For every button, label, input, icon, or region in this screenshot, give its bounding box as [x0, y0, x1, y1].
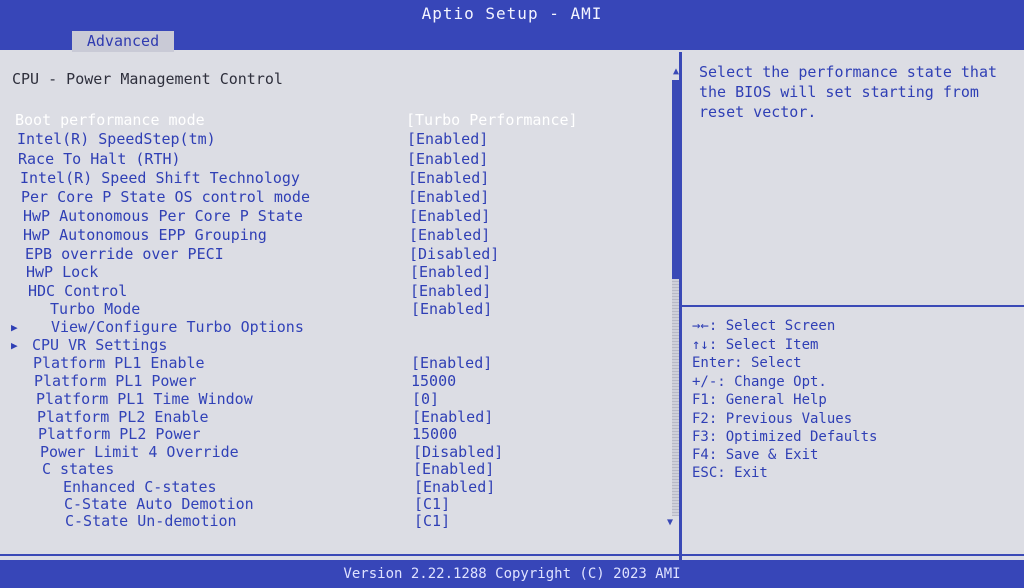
setting-label: HDC Control — [28, 282, 128, 300]
setting-value[interactable]: [Disabled] — [409, 245, 499, 263]
setting-label: Intel(R) SpeedStep(tm) — [17, 130, 216, 148]
version-text: Version 2.22.1288 Copyright (C) 2023 AMI — [343, 566, 681, 582]
setting-pl1-time-window[interactable]: Platform PL1 Time Window [0] — [0, 390, 640, 409]
setting-value[interactable]: 15000 — [411, 372, 456, 390]
setting-label: Enhanced C-states — [63, 478, 217, 496]
key-select-screen: →←: Select Screen — [692, 318, 836, 334]
setting-label: Turbo Mode — [50, 300, 141, 318]
submenu-cpu-vr-settings[interactable]: ▶ CPU VR Settings — [0, 336, 640, 355]
setting-hwp-per-core[interactable]: HwP Autonomous Per Core P State [Enabled… — [0, 207, 640, 226]
setting-label: C-State Auto Demotion — [64, 495, 254, 513]
key-esc-exit: ESC: Exit — [692, 465, 768, 481]
setting-value[interactable]: [Enabled] — [413, 460, 494, 478]
setting-value[interactable]: [Turbo Performance] — [406, 111, 578, 129]
setting-label: Platform PL1 Time Window — [36, 390, 253, 408]
triangle-right-icon: ▶ — [11, 339, 18, 352]
setting-epb-override[interactable]: EPB override over PECI [Disabled] — [0, 245, 640, 264]
setting-value[interactable]: 15000 — [412, 425, 457, 443]
bios-screen: Aptio Setup - AMI Advanced CPU - Power M… — [0, 0, 1024, 588]
key-save-exit: F4: Save & Exit — [692, 447, 819, 463]
setting-speed-shift[interactable]: Intel(R) Speed Shift Technology [Enabled… — [0, 169, 640, 188]
setting-c-state-un-demotion[interactable]: C-State Un-demotion [C1] — [0, 512, 640, 531]
setting-label: HwP Autonomous EPP Grouping — [23, 226, 267, 244]
help-text: Select the performance state that the BI… — [699, 63, 998, 121]
submenu-turbo-options[interactable]: ▶ View/Configure Turbo Options — [0, 318, 640, 337]
setting-label: C-State Un-demotion — [65, 512, 237, 530]
triangle-right-icon: ▶ — [11, 321, 18, 334]
setting-speedstep[interactable]: Intel(R) SpeedStep(tm) [Enabled] — [0, 130, 640, 149]
setting-label: Platform PL1 Power — [34, 372, 197, 390]
key-enter-select: Enter: Select — [692, 355, 802, 371]
setting-label: Intel(R) Speed Shift Technology — [20, 169, 300, 187]
setting-value[interactable]: [Enabled] — [408, 188, 489, 206]
setting-value[interactable]: [C1] — [414, 495, 450, 513]
setting-label: Boot performance mode — [15, 111, 205, 129]
key-optimized-defaults: F3: Optimized Defaults — [692, 429, 878, 445]
setting-value[interactable]: [Enabled] — [409, 226, 490, 244]
key-change-opt: +/-: Change Opt. — [692, 374, 827, 390]
setting-pl1-enable[interactable]: Platform PL1 Enable [Enabled] — [0, 354, 640, 373]
triangle-down-icon[interactable]: ▼ — [667, 517, 673, 528]
setting-value[interactable]: [Enabled] — [410, 263, 491, 281]
setting-label: HwP Autonomous Per Core P State — [23, 207, 303, 225]
bottom-divider — [0, 554, 1024, 556]
setting-value[interactable]: [Enabled] — [408, 169, 489, 187]
tab-advanced[interactable]: Advanced — [72, 31, 174, 52]
setting-value[interactable]: [0] — [412, 390, 439, 408]
setting-turbo-mode[interactable]: Turbo Mode [Enabled] — [0, 300, 640, 319]
setting-label: Per Core P State OS control mode — [21, 188, 310, 206]
setting-value[interactable]: [Enabled] — [414, 478, 495, 496]
setting-hwp-epp-grouping[interactable]: HwP Autonomous EPP Grouping [Enabled] — [0, 226, 640, 245]
setting-label: Platform PL2 Enable — [37, 408, 209, 426]
setting-race-to-halt[interactable]: Race To Halt (RTH) [Enabled] — [0, 150, 640, 169]
setting-value[interactable]: [Enabled] — [407, 150, 488, 168]
setting-value[interactable]: [Enabled] — [411, 354, 492, 372]
setting-label: HwP Lock — [26, 263, 99, 281]
submenu-label: CPU VR Settings — [32, 336, 168, 354]
setting-hdc-control[interactable]: HDC Control [Enabled] — [0, 282, 640, 301]
setting-c-states[interactable]: C states [Enabled] — [0, 460, 640, 479]
window-title: Aptio Setup - AMI — [421, 4, 603, 23]
setting-label: Power Limit 4 Override — [40, 443, 239, 461]
setting-value[interactable]: [Enabled] — [410, 282, 491, 300]
setting-value[interactable]: [Enabled] — [409, 207, 490, 225]
setting-value[interactable]: [Enabled] — [412, 408, 493, 426]
setting-label: Platform PL1 Enable — [33, 354, 205, 372]
status-bar: Version 2.22.1288 Copyright (C) 2023 AMI — [0, 560, 1024, 588]
setting-boot-performance-mode[interactable]: Boot performance mode [Turbo Performance… — [0, 111, 640, 130]
setting-pl1-power[interactable]: Platform PL1 Power 15000 — [0, 372, 640, 391]
setting-label: Platform PL2 Power — [38, 425, 201, 443]
setting-value[interactable]: [C1] — [414, 512, 450, 530]
setting-per-core-os-control[interactable]: Per Core P State OS control mode [Enable… — [0, 188, 640, 207]
setting-value[interactable]: [Enabled] — [407, 130, 488, 148]
setting-pl2-power[interactable]: Platform PL2 Power 15000 — [0, 425, 640, 444]
key-select-item: ↑↓: Select Item — [692, 337, 819, 353]
setting-value[interactable]: [Disabled] — [413, 443, 503, 461]
setting-label: C states — [42, 460, 115, 478]
setting-label: Race To Halt (RTH) — [18, 150, 181, 168]
help-divider — [682, 305, 1024, 307]
section-title: CPU - Power Management Control — [12, 70, 283, 88]
setting-value[interactable]: [Enabled] — [411, 300, 492, 318]
submenu-label: View/Configure Turbo Options — [51, 318, 304, 336]
key-general-help: F1: General Help — [692, 392, 827, 408]
setting-label: EPB override over PECI — [25, 245, 224, 263]
setting-hwp-lock[interactable]: HwP Lock [Enabled] — [0, 263, 640, 282]
key-previous-values: F2: Previous Values — [692, 411, 853, 427]
